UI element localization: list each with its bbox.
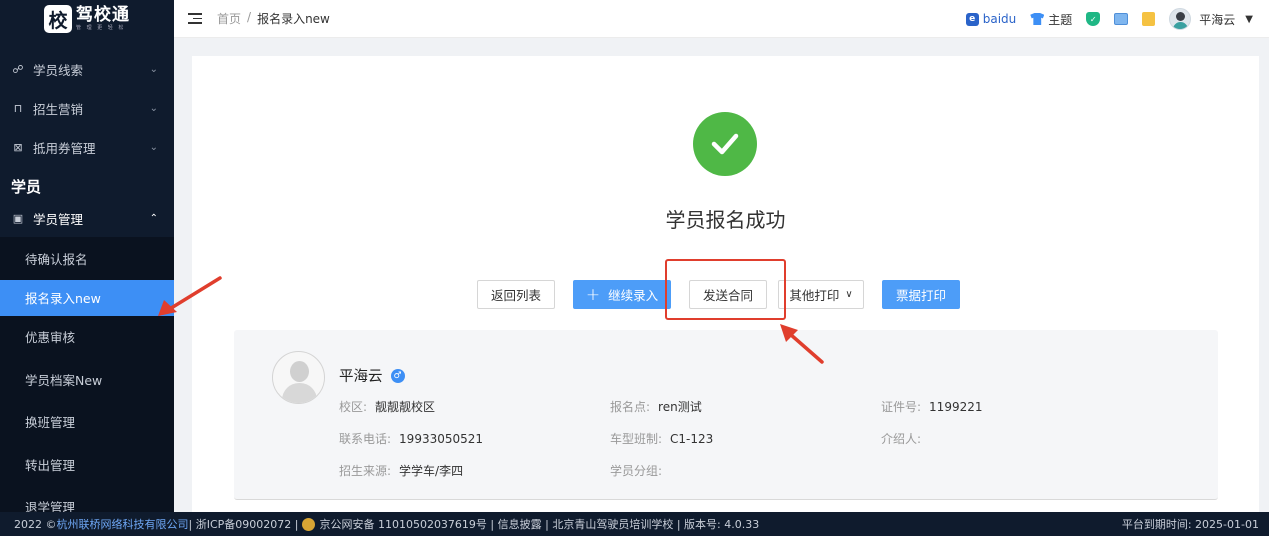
continue-entry-label: 继续录入 — [608, 288, 659, 303]
referrer-label: 介绍人: — [881, 432, 922, 446]
logo-mark: 校 — [44, 5, 72, 33]
monitor-icon[interactable] — [1114, 13, 1129, 25]
class-type-value: C1-123 — [670, 432, 714, 446]
footer-copyright: 2022 © — [14, 517, 57, 531]
annotation-arrow-button — [780, 324, 824, 364]
chevron-down-icon: ⌄ — [149, 64, 158, 75]
node-icon: ☍ — [12, 63, 24, 76]
sidebar-item-marketing[interactable]: ⊓ 招生营销 ⌄ — [0, 89, 174, 128]
caret-down-icon: ▼ — [1245, 13, 1253, 25]
logo-tagline: 管 理 更 轻 松 — [76, 25, 126, 31]
sidebar-menu: ☍ 学员线索 ⌄ ⊓ 招生营销 ⌄ ⊠ 抵用券管理 ⌄ 学员 ▣ 学员管理 ⌃ … — [0, 50, 174, 512]
footer-company-link[interactable]: 杭州联桥网络科技有限公司 — [57, 516, 189, 532]
theme-button[interactable]: 主题 — [1030, 11, 1072, 28]
breadcrumb: 首页 / 报名录入new — [217, 10, 330, 27]
id-card-icon: ▣ — [12, 211, 24, 225]
note-icon[interactable] — [1142, 12, 1156, 26]
signup-point-field: 报名点: ren测试 — [610, 398, 702, 415]
avatar — [1169, 8, 1192, 30]
other-print-dropdown[interactable]: 其他打印 ∨ — [778, 280, 864, 309]
footer-icp: | 浙ICP备09002072 | — [188, 518, 299, 531]
continue-entry-button[interactable]: + 继续录入 — [573, 280, 671, 309]
user-name: 平海云 — [1199, 12, 1236, 27]
theme-label: 主题 — [1048, 12, 1073, 27]
source-value: 学学车/李四 — [399, 464, 464, 478]
ticket-icon: ⊠ — [13, 141, 23, 154]
chevron-down-icon: ∨ — [845, 289, 853, 300]
menu-fold-icon[interactable] — [188, 13, 202, 24]
sidebar-item-label: 学员管理 — [33, 211, 84, 227]
phone-value: 19933050521 — [399, 432, 484, 446]
signup-point-label: 报名点: — [610, 400, 651, 414]
sidebar-item-coupons[interactable]: ⊠ 抵用券管理 ⌄ — [0, 128, 174, 167]
back-to-list-button[interactable]: 返回列表 — [477, 280, 555, 309]
source-field: 招生来源: 学学车/李四 — [339, 462, 463, 479]
sidebar-item-leads[interactable]: ☍ 学员线索 ⌄ — [0, 50, 174, 89]
sidebar-item-withdrawal[interactable]: 退学管理 — [0, 486, 174, 512]
baidu-link[interactable]: e baidu — [965, 12, 1017, 26]
sidebar-item-class-change[interactable]: 换班管理 — [0, 401, 174, 444]
shirt-icon — [1030, 13, 1045, 25]
phone-label: 联系电话: — [339, 432, 392, 446]
breadcrumb-separator: / — [247, 10, 252, 24]
shield-icon[interactable]: ✓ — [1086, 12, 1101, 26]
student-info-panel: 平海云 ♂ 校区: 靓靓靓校区 报名点: ren测试 证件号: 1199221 联系电… — [234, 330, 1218, 500]
sidebar-item-label: 招生营销 — [33, 102, 84, 117]
chevron-down-icon: ⌄ — [149, 142, 158, 153]
footer-info: 京公网安备 11010502037619号 | 信息披露 | 北京青山驾驶员培训… — [319, 518, 760, 531]
other-print-label: 其他打印 — [789, 288, 840, 303]
chevron-down-icon: ⌄ — [149, 103, 158, 114]
result-title: 学员报名成功 — [665, 208, 786, 232]
header-tools: e baidu 主题 ✓ 平海云 ▼ — [965, 0, 1253, 38]
footer-expiry: 平台到期时间: 2025-01-01 — [1121, 518, 1259, 531]
breadcrumb-current: 报名录入new — [257, 12, 330, 26]
user-menu[interactable]: 平海云 ▼ — [1169, 8, 1253, 30]
result-card: 学员报名成功 返回列表 + 继续录入 发送合同 其他打印 ∨ 票据打印 平海云 … — [192, 56, 1259, 526]
group-label: 学员分组: — [610, 464, 663, 478]
class-type-field: 车型班制: C1-123 — [610, 430, 713, 447]
footer: 2022 © 杭州联桥网络科技有限公司 | 浙ICP备09002072 | 京公… — [0, 512, 1269, 536]
referrer-field: 介绍人: — [881, 430, 929, 447]
sidebar-item-student-manage[interactable]: ▣ 学员管理 ⌃ — [0, 205, 174, 231]
sidebar-item-label: 抵用券管理 — [33, 141, 96, 156]
id-number-label: 证件号: — [881, 400, 922, 414]
sidebar-item-label: 学员线索 — [33, 63, 84, 78]
logo[interactable]: 校 驾校通 管 理 更 轻 松 — [0, 0, 174, 38]
student-name: 平海云 — [339, 369, 383, 385]
id-number-value: 1199221 — [929, 400, 983, 414]
campus-value: 靓靓靓校区 — [375, 400, 436, 414]
baidu-label: baidu — [982, 12, 1017, 26]
annotation-arrow-sidebar — [158, 276, 222, 316]
group-field: 学员分组: — [610, 462, 670, 479]
police-badge-icon — [302, 517, 316, 531]
plus-icon: + — [585, 284, 601, 305]
campus-field: 校区: 靓靓靓校区 — [339, 398, 435, 415]
sidebar-item-discount-review[interactable]: 优惠审核 — [0, 316, 174, 359]
sidebar-group-title: 学员 — [11, 177, 42, 196]
male-icon: ♂ — [390, 368, 405, 383]
sidebar-item-transfer-out[interactable]: 转出管理 — [0, 443, 174, 486]
class-type-label: 车型班制: — [610, 432, 663, 446]
signup-point-value: ren测试 — [658, 400, 702, 414]
submenu: 待确认报名 报名录入new 优惠审核 学员档案New 换班管理 转出管理 退学管… — [0, 237, 174, 512]
ticket-print-button[interactable]: 票据打印 — [882, 280, 960, 309]
student-avatar — [272, 351, 325, 404]
logo-name: 驾校通 — [76, 5, 130, 25]
campus-label: 校区: — [339, 400, 368, 414]
phone-field: 联系电话: 19933050521 — [339, 430, 483, 447]
breadcrumb-home[interactable]: 首页 — [217, 10, 241, 27]
sidebar-item-pending-signup[interactable]: 待确认报名 — [0, 237, 174, 280]
chevron-up-icon: ⌃ — [149, 212, 158, 224]
baidu-icon: e — [965, 12, 979, 26]
sidebar: 校 驾校通 管 理 更 轻 松 ☍ 学员线索 ⌄ ⊓ 招生营销 ⌄ ⊠ 抵用券管… — [0, 0, 174, 512]
shop-icon: ⊓ — [13, 102, 23, 115]
success-check-icon — [693, 112, 757, 176]
id-number-field: 证件号: 1199221 — [881, 398, 983, 415]
top-header: 首页 / 报名录入new e baidu 主题 ✓ 平海云 ▼ — [174, 0, 1269, 38]
source-label: 招生来源: — [339, 464, 392, 478]
sidebar-item-student-archive[interactable]: 学员档案New — [0, 358, 174, 401]
annotation-highlight-box — [665, 259, 786, 320]
student-name-row: 平海云 ♂ — [339, 365, 405, 386]
sidebar-item-signup-entry[interactable]: 报名录入new — [0, 279, 174, 316]
